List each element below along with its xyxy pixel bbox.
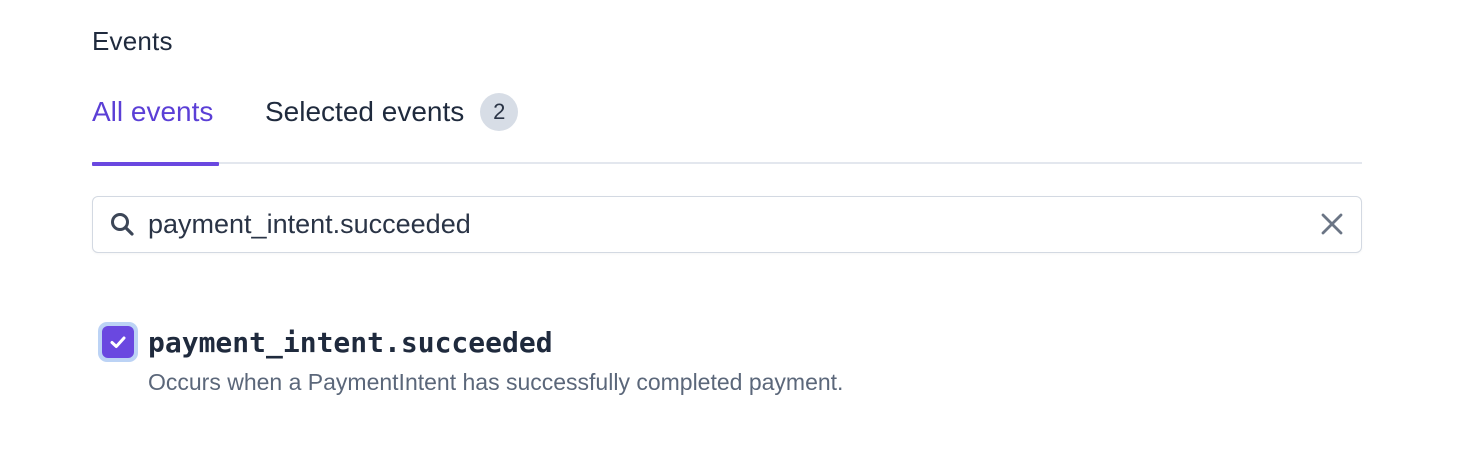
count-badge: 2 bbox=[480, 93, 519, 131]
event-description: Occurs when a PaymentIntent has successf… bbox=[148, 369, 844, 395]
event-name: payment_intent.succeeded bbox=[148, 326, 553, 359]
active-tab-indicator bbox=[92, 162, 219, 166]
search-icon bbox=[109, 211, 135, 237]
check-icon bbox=[110, 336, 126, 348]
tab-bar: All events Selected events 2 bbox=[92, 84, 1362, 166]
list-item: payment_intent.succeeded Occurs when a P… bbox=[98, 322, 1198, 402]
search-box bbox=[92, 196, 1362, 253]
search-input[interactable] bbox=[148, 197, 1298, 251]
tab-selected-events[interactable]: Selected events 2 bbox=[265, 84, 519, 164]
event-checkbox[interactable] bbox=[98, 322, 138, 362]
checkbox-checked bbox=[102, 326, 134, 358]
tab-label: Selected events bbox=[265, 96, 465, 127]
tab-label: All events bbox=[92, 96, 214, 127]
tab-all-events[interactable]: All events bbox=[92, 84, 219, 166]
section-title: Events bbox=[92, 26, 173, 56]
close-icon[interactable] bbox=[1319, 211, 1345, 237]
